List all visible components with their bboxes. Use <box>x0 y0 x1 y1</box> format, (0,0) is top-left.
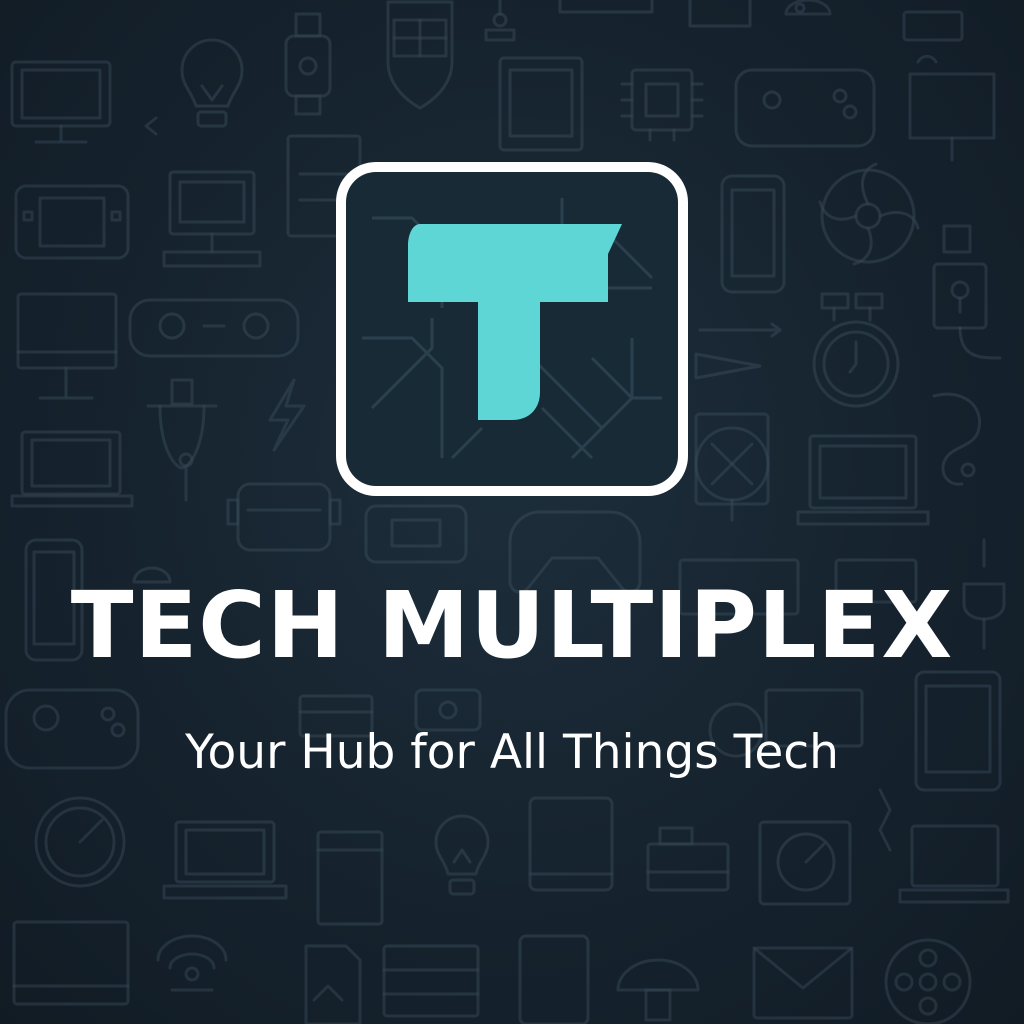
stylus-icon <box>694 352 762 380</box>
arrow-icon <box>144 116 158 136</box>
router-icon <box>820 292 884 322</box>
monitor-icon <box>688 0 752 28</box>
document-icon <box>304 944 362 1024</box>
cable-icon <box>932 392 981 486</box>
fan-icon <box>818 162 920 266</box>
film-reel-icon <box>884 938 972 1024</box>
speaker-icon <box>364 504 468 564</box>
envelope-icon <box>752 946 854 1020</box>
lightbulb-icon <box>180 38 244 128</box>
shield-icon <box>386 0 454 110</box>
brand-tagline: Your Hub for All Things Tech <box>185 725 839 780</box>
clock-icon <box>812 320 900 408</box>
monitor-icon <box>10 60 112 144</box>
lightning-icon <box>268 378 306 452</box>
poster-canvas: TECH MULTIPLEX Your Hub for All Things T… <box>0 0 1024 1024</box>
lightbulb-icon <box>434 814 490 896</box>
robot-icon <box>226 482 342 552</box>
book-icon <box>316 830 384 926</box>
tablet-icon <box>528 796 614 892</box>
gamepad-icon <box>734 68 876 148</box>
plug-icon <box>932 224 988 330</box>
satellite-icon <box>694 412 770 522</box>
server-icon <box>382 944 480 1018</box>
plug-icon <box>146 378 218 502</box>
monitor-icon <box>558 0 654 14</box>
monitor-icon <box>12 920 130 1006</box>
brand-title: TECH MULTIPLEX <box>70 572 954 679</box>
desktop-computer-icon <box>162 170 262 268</box>
antenna-icon <box>878 788 892 852</box>
logo-badge <box>336 162 688 496</box>
printer-icon <box>646 826 730 892</box>
tablet-icon <box>498 56 584 152</box>
webcam-icon <box>784 0 832 16</box>
gauge-icon <box>758 820 852 906</box>
laptop-icon <box>162 820 288 900</box>
monitor-icon <box>16 292 118 400</box>
gamepad-icon <box>128 298 300 358</box>
mushroom-lamp-icon <box>616 958 700 1022</box>
monitor-icon <box>908 54 996 162</box>
cable-icon <box>958 326 1002 360</box>
handheld-console-icon <box>14 184 130 260</box>
smartwatch-icon <box>284 12 332 116</box>
smartphone-icon <box>518 934 590 1024</box>
joystick-icon <box>484 0 516 42</box>
gauge-icon <box>34 796 126 888</box>
monitor-icon <box>902 10 964 42</box>
arrow-icon <box>698 322 782 338</box>
wifi-speaker-icon <box>156 934 228 992</box>
laptop-icon <box>796 434 930 526</box>
router-icon <box>414 688 482 732</box>
tech-icon-pattern <box>4 0 1010 1024</box>
laptop-icon <box>10 430 134 508</box>
smartphone-icon <box>720 174 786 294</box>
cpu-chip-icon <box>620 68 704 142</box>
laptop-icon <box>898 824 1010 904</box>
